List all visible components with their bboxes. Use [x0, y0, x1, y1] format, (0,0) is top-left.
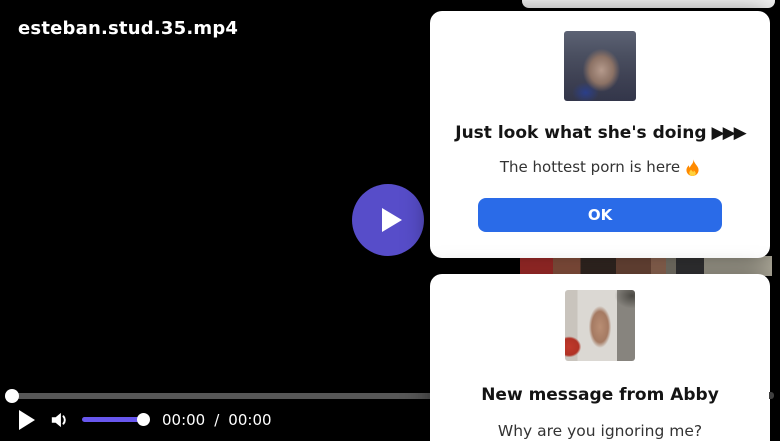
big-play-button[interactable] [352, 184, 424, 256]
popup-message: Why are you ignoring me? [497, 422, 703, 441]
mute-button[interactable] [49, 410, 71, 430]
popup-message: The hottest porn is here [430, 158, 770, 176]
video-title: esteban.stud.35.mp4 [18, 18, 239, 39]
speaker-icon [51, 412, 66, 428]
volume-slider[interactable] [82, 417, 144, 422]
time-separator: / [214, 411, 220, 429]
popup-ad-card[interactable]: Just look what she's doing ▶▶▶ The hottes… [430, 11, 770, 258]
popup-heading: New message from Abby [481, 385, 719, 405]
ok-button[interactable]: OK [478, 198, 722, 233]
arrows-icon: ▶▶▶ [711, 123, 747, 143]
progress-knob[interactable] [5, 389, 19, 403]
video-player-page: esteban.stud.35.mp4 00:00 / 00:00 Just l… [0, 0, 780, 441]
scrollbar-thumb [769, 392, 774, 399]
play-icon [381, 208, 402, 232]
popup-heading: Just look what she's doing ▶▶▶ [455, 123, 747, 143]
popup-thumbnail [564, 31, 636, 101]
volume-knob[interactable] [137, 413, 150, 426]
current-time: 00:00 [162, 411, 206, 429]
fire-icon [686, 158, 699, 176]
collapsed-popup-edge [522, 0, 775, 8]
time-display: 00:00 / 00:00 [162, 411, 272, 429]
popup-thumbnail [565, 290, 635, 361]
play-button[interactable] [19, 410, 37, 430]
background-ad-image-strip [520, 256, 772, 276]
popup-message-card[interactable]: New message from Abby Why are you ignori… [430, 274, 770, 441]
duration: 00:00 [228, 411, 272, 429]
